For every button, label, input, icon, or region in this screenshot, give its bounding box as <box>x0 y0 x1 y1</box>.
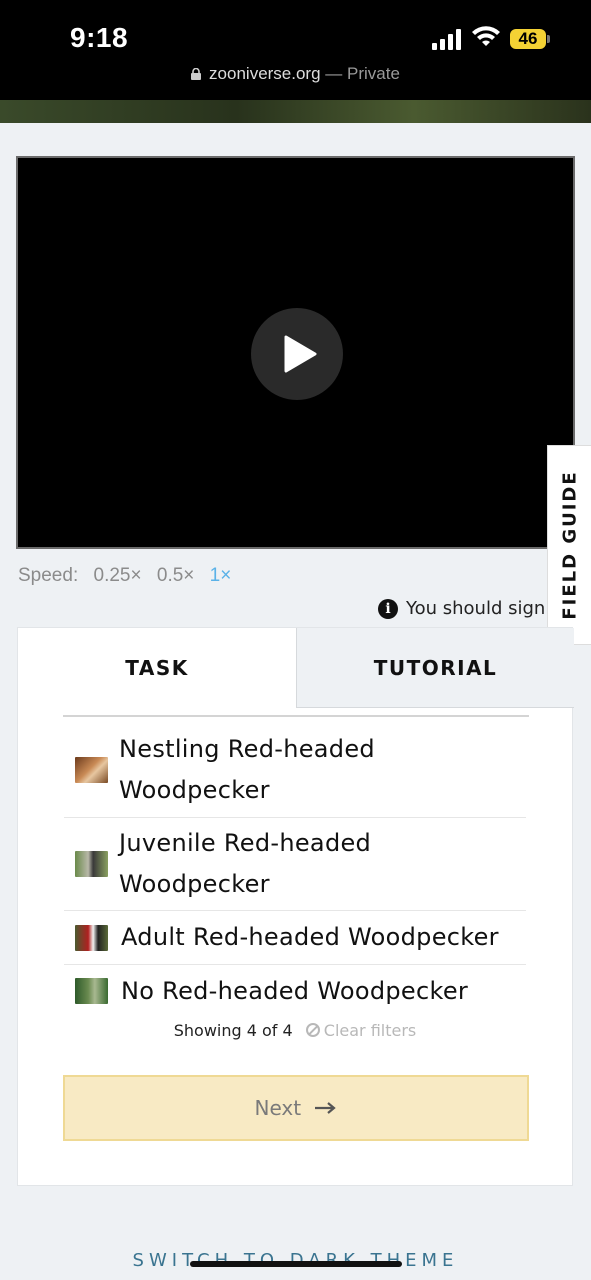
showing-count: Showing 4 of 4 <box>173 1021 293 1040</box>
speed-option-0-5[interactable]: 0.5× <box>157 565 195 586</box>
speed-option-0-25[interactable]: 0.25× <box>94 565 142 586</box>
next-label: Next <box>254 1096 302 1120</box>
choice-juvenile[interactable]: Juvenile Red-headed Woodpecker <box>64 818 526 911</box>
field-guide-tab[interactable]: FIELD GUIDE <box>547 445 591 645</box>
url-bar[interactable]: zooniverse.org — Private <box>0 64 591 84</box>
filter-status: Showing 4 of 4 Clear filters <box>18 1021 572 1040</box>
clear-filters-button[interactable]: Clear filters <box>305 1021 416 1040</box>
choice-label: No Red-headed Woodpecker <box>121 977 469 1005</box>
choice-label: Nestling Red-headed Woodpecker <box>119 735 375 804</box>
battery-tip <box>547 35 550 43</box>
none-thumbnail <box>75 978 108 1004</box>
choice-label: Juvenile Red-headed Woodpecker <box>119 829 372 898</box>
juvenile-thumbnail <box>75 851 108 877</box>
play-button[interactable] <box>251 308 343 400</box>
clock: 9:18 <box>70 22 129 53</box>
ban-icon <box>305 1023 320 1037</box>
choice-none[interactable]: No Red-headed Woodpecker <box>64 965 526 1019</box>
home-indicator <box>190 1261 402 1267</box>
tab-tutorial[interactable]: TUTORIAL <box>296 628 574 708</box>
next-button[interactable]: Next <box>63 1075 529 1141</box>
video-player[interactable] <box>16 156 575 549</box>
wifi-icon <box>472 26 500 46</box>
private-label: — Private <box>325 64 400 83</box>
lock-icon <box>191 68 202 80</box>
play-icon <box>284 335 317 373</box>
battery-icon: 46 <box>510 29 546 49</box>
info-icon: i <box>378 599 398 619</box>
choice-label: Adult Red-headed Woodpecker <box>121 923 499 951</box>
adult-thumbnail <box>75 925 108 951</box>
divider <box>63 715 529 717</box>
sign-in-notice[interactable]: i You should sign in <box>378 598 548 619</box>
choice-nestling[interactable]: Nestling Red-headed Woodpecker <box>64 728 526 818</box>
sign-in-text: You should sign in <box>406 598 548 619</box>
url-text: zooniverse.org <box>209 64 321 83</box>
tab-task[interactable]: TASK <box>18 628 296 708</box>
choice-adult[interactable]: Adult Red-headed Woodpecker <box>64 911 526 965</box>
arrow-right-icon <box>315 1102 337 1114</box>
status-bar: 9:18 46 zooniverse.org — Private <box>0 0 591 100</box>
nestling-thumbnail <box>75 757 108 783</box>
site-header-strip <box>0 100 591 123</box>
speed-option-1[interactable]: 1× <box>210 565 232 586</box>
field-guide-label: FIELD GUIDE <box>559 470 580 620</box>
cellular-signal-icon <box>432 29 461 50</box>
playback-speed: Speed: 0.25× 0.5× 1× <box>18 565 231 587</box>
task-panel: TASK TUTORIAL Nestling Red-headed Woodpec… <box>17 627 574 1186</box>
speed-label: Speed: <box>18 565 79 586</box>
